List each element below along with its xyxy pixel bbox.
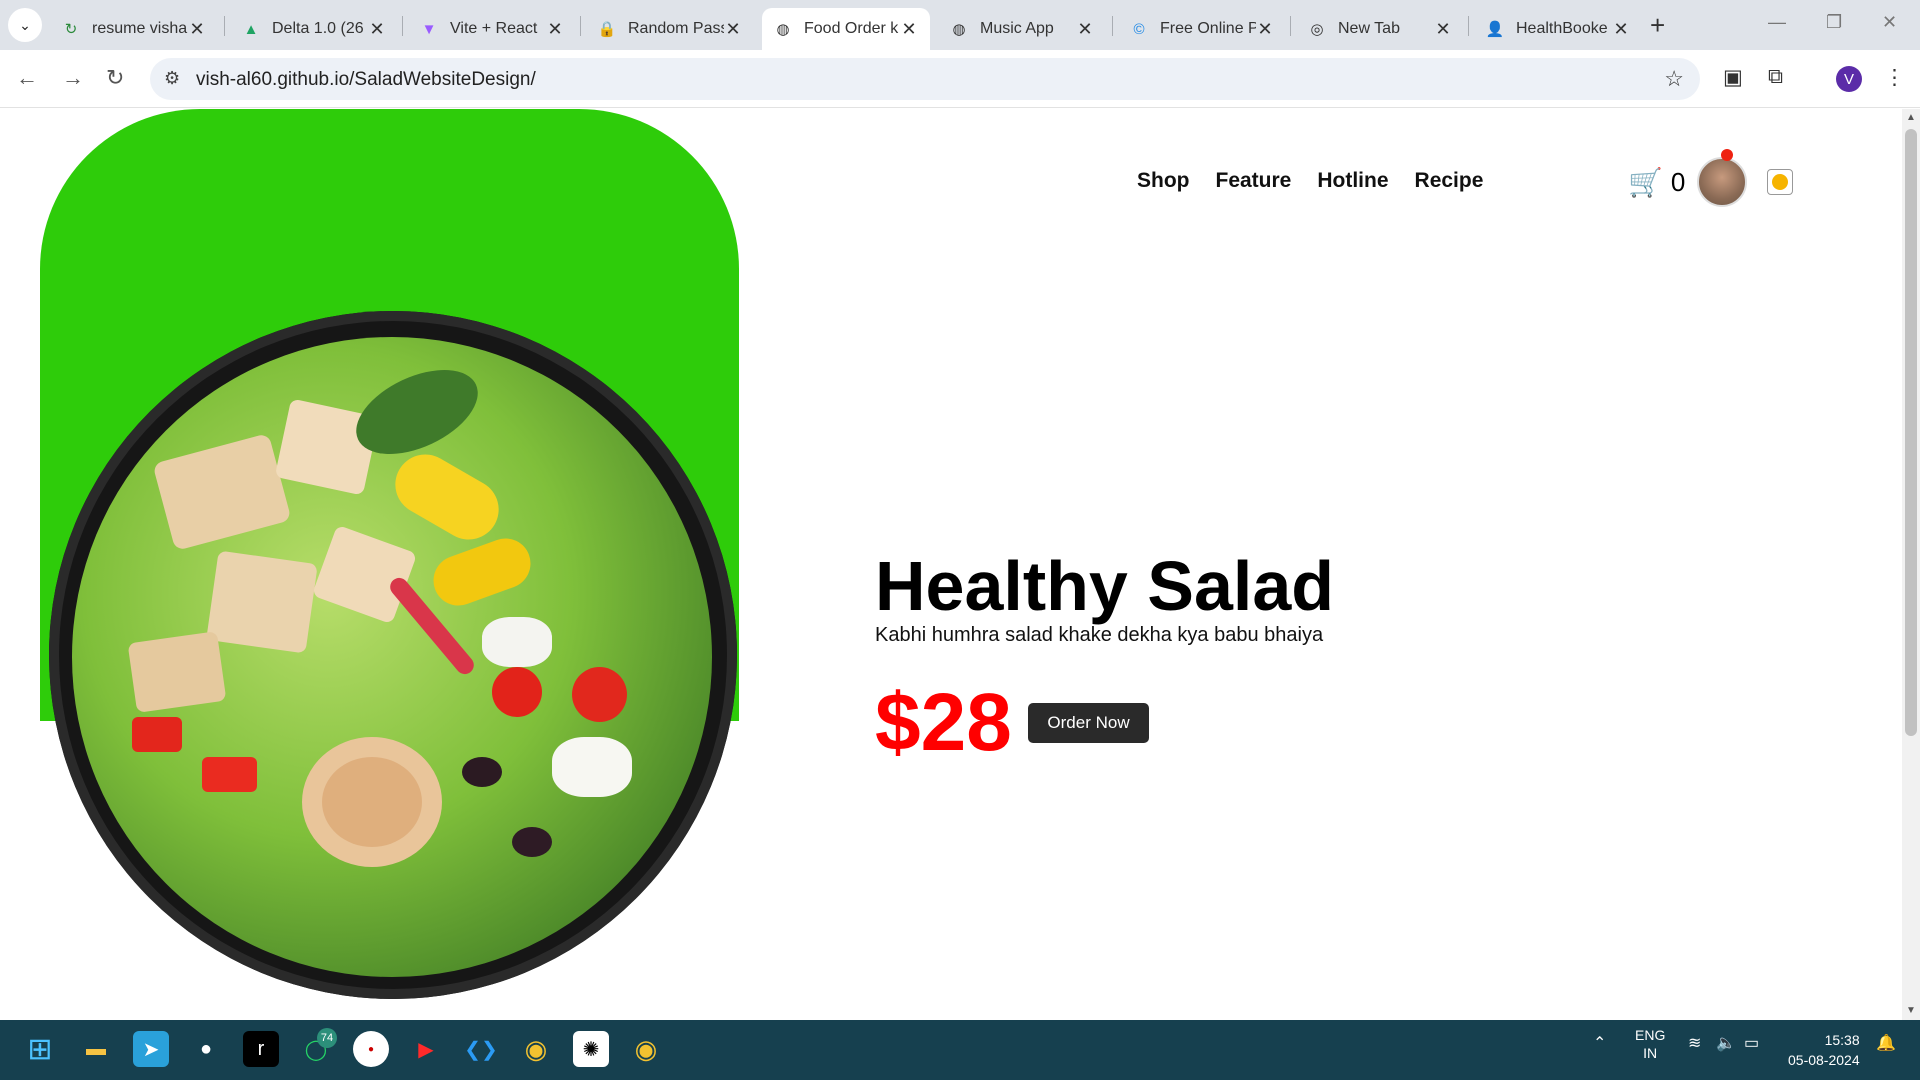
tab-vite[interactable]: ▼ Vite + React ✕	[408, 8, 576, 50]
cart-count: 0	[1670, 167, 1686, 197]
volume-icon[interactable]: 🔈	[1716, 1033, 1736, 1053]
tab-delta[interactable]: ▲ Delta 1.0 (26 ✕	[230, 8, 398, 50]
close-icon[interactable]: ✕	[1076, 19, 1094, 40]
github-icon[interactable]: ●	[188, 1031, 224, 1067]
coindcx-icon[interactable]: ●	[353, 1031, 389, 1067]
new-tab-button[interactable]: +	[1650, 10, 1665, 41]
close-icon[interactable]: ✕	[188, 19, 206, 40]
globe-icon: ◍	[776, 21, 790, 38]
drive-icon: ▲	[243, 20, 259, 38]
address-bar[interactable]: ⚙ vish-al60.github.io/SaladWebsiteDesign…	[150, 58, 1700, 100]
page-content: Shop Feature Hotline Recipe 🛒 0 Healthy …	[0, 109, 1902, 1020]
chatgpt-icon[interactable]: ✺	[573, 1031, 609, 1067]
page-scrollbar[interactable]: ▲ ▼	[1902, 109, 1920, 1020]
close-icon[interactable]: ✕	[1434, 19, 1452, 40]
picture-in-picture-icon[interactable]: ▣	[1723, 65, 1743, 90]
sun-icon	[1772, 174, 1788, 190]
profile-avatar[interactable]: V	[1836, 66, 1862, 92]
tab-music-app[interactable]: ◍ Music App ✕	[938, 8, 1106, 50]
tab-free-online[interactable]: © Free Online P ✕	[1118, 8, 1286, 50]
tab-food-order[interactable]: ◍ Food Order k ✕	[762, 8, 930, 50]
replit-icon[interactable]: r	[243, 1031, 279, 1067]
user-avatar[interactable]	[1697, 157, 1747, 207]
nav-shop[interactable]: Shop	[1137, 169, 1190, 193]
cart-icon: 🛒	[1628, 167, 1663, 198]
site-settings-icon[interactable]: ⚙	[164, 68, 180, 89]
vscode-icon[interactable]: ❮❯	[463, 1031, 499, 1067]
salad-image	[72, 337, 712, 977]
url-text[interactable]: vish-al60.github.io/SaladWebsiteDesign/	[196, 69, 536, 91]
forward-icon[interactable]: →	[62, 65, 84, 91]
globe-icon: ◍	[952, 21, 966, 38]
order-now-button[interactable]: Order Now	[1028, 703, 1149, 743]
price: $28	[875, 677, 1012, 768]
wifi-icon[interactable]: ≋	[1688, 1033, 1701, 1053]
notification-dot	[1721, 149, 1733, 161]
nav-hotline[interactable]: Hotline	[1317, 169, 1388, 193]
person-icon: 👤	[1485, 21, 1505, 38]
close-icon[interactable]: ✕	[1256, 19, 1274, 40]
hero-subtitle: Kabhi humhra salad khake dekha kya babu …	[875, 624, 1324, 646]
chrome-icon: ◎	[1310, 21, 1324, 38]
cart-button[interactable]: 🛒 0	[1628, 166, 1685, 199]
close-icon[interactable]: ✕	[368, 19, 386, 40]
language-indicator[interactable]: ENG IN	[1635, 1026, 1665, 1062]
tab-healthbooker[interactable]: 👤 HealthBooke ✕	[1474, 8, 1642, 50]
tray-overflow-icon[interactable]: ⌃	[1593, 1033, 1606, 1053]
menu-icon[interactable]: ⋮	[1884, 65, 1905, 90]
theme-toggle[interactable]	[1767, 169, 1793, 195]
youtube-icon[interactable]: ▶	[408, 1031, 444, 1067]
windows-start-icon[interactable]: ⊞	[22, 1031, 58, 1067]
file-explorer-icon[interactable]: ▬	[78, 1031, 114, 1067]
scroll-down-icon[interactable]: ▼	[1906, 1005, 1916, 1016]
tab-new-tab[interactable]: ◎ New Tab ✕	[1296, 8, 1464, 50]
lock-icon: 🔒	[597, 21, 617, 38]
tab-search-button[interactable]: ⌄	[8, 8, 42, 42]
browser-toolbar: ← → ↻ ⚙ vish-al60.github.io/SaladWebsite…	[0, 50, 1920, 108]
restore-icon[interactable]: ❐	[1826, 12, 1842, 33]
vite-icon: ▼	[421, 20, 437, 38]
reload-icon[interactable]: ↻	[106, 65, 124, 91]
tab-random-pass[interactable]: 🔒 Random Pass ✕	[586, 8, 754, 50]
close-icon[interactable]: ✕	[900, 19, 918, 40]
refresh-leaf-icon: ↻	[64, 21, 78, 38]
site-nav: Shop Feature Hotline Recipe	[1137, 169, 1483, 193]
close-icon[interactable]: ✕	[546, 19, 564, 40]
taskbar: ⊞ ▬ ➤ ● r ◯ 74 ● ▶ ❮❯ ◉ ✺ ◉ ⌃ ENG IN ≋ 🔈…	[0, 1020, 1920, 1080]
bookmark-star-icon[interactable]: ☆	[1664, 66, 1684, 92]
hero-title: Healthy Salad	[875, 547, 1335, 625]
close-window-icon[interactable]: ✕	[1882, 12, 1897, 33]
scroll-thumb[interactable]	[1905, 129, 1917, 736]
chrome-profile-icon[interactable]: ◉	[628, 1031, 664, 1067]
close-icon[interactable]: ✕	[724, 19, 742, 40]
notification-bell-icon[interactable]: 🔔	[1876, 1033, 1896, 1053]
minimize-icon[interactable]: —	[1768, 12, 1786, 33]
tab-resume[interactable]: ↻ resume visha ✕	[50, 8, 218, 50]
chrome-icon[interactable]: ◉	[518, 1031, 554, 1067]
nav-recipe[interactable]: Recipe	[1415, 169, 1484, 193]
nav-feature[interactable]: Feature	[1216, 169, 1292, 193]
back-icon[interactable]: ←	[16, 65, 38, 91]
tab-strip: ⌄ ↻ resume visha ✕ ▲ Delta 1.0 (26 ✕ ▼ V…	[0, 0, 1920, 50]
battery-icon[interactable]: ▭	[1744, 1033, 1759, 1053]
clock[interactable]: 15:38 05-08-2024	[1788, 1030, 1860, 1070]
scroll-up-icon[interactable]: ▲	[1906, 112, 1916, 123]
telegram-icon[interactable]: ➤	[133, 1031, 169, 1067]
canva-icon: ©	[1133, 20, 1145, 38]
whatsapp-badge: 74	[317, 1028, 337, 1048]
extensions-icon[interactable]: ⧉	[1768, 65, 1783, 89]
close-icon[interactable]: ✕	[1612, 19, 1630, 40]
